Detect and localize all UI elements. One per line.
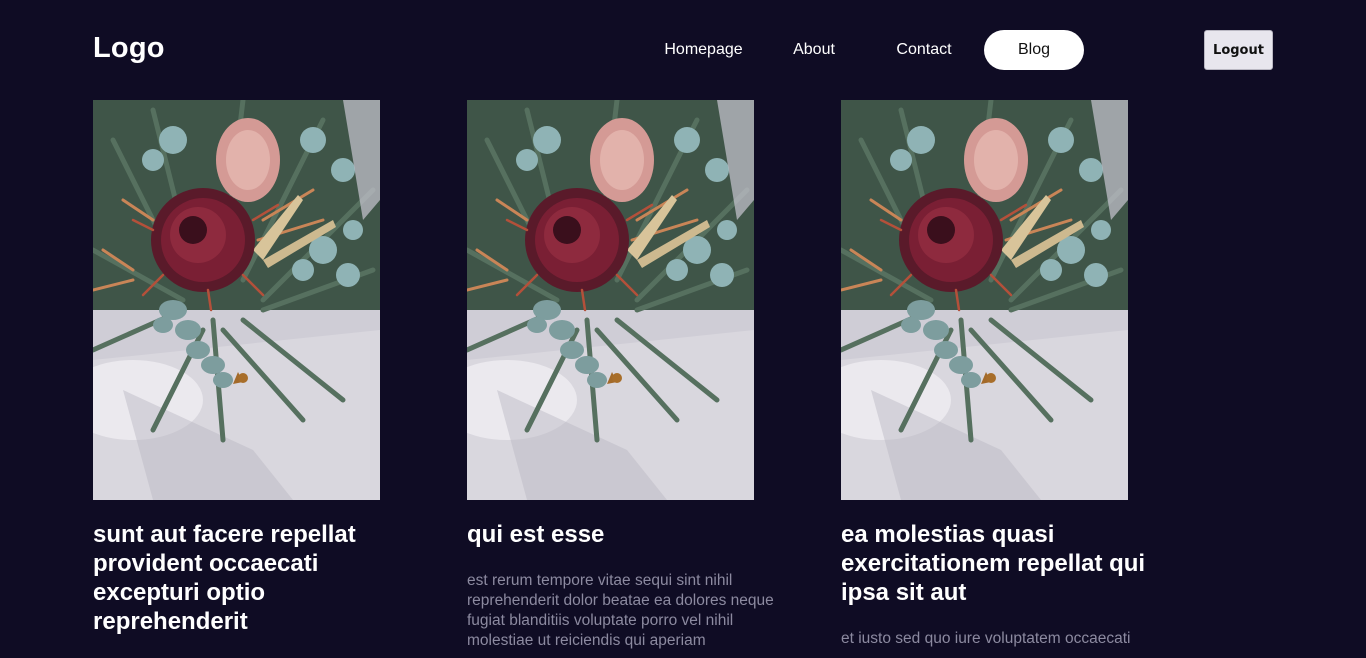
- site-header: Logo Homepage About Contact Blog Logout: [0, 0, 1366, 100]
- blog-post-card[interactable]: ea molestias quasi exercitationem repell…: [841, 100, 1171, 649]
- post-title[interactable]: ea molestias quasi exercitationem repell…: [841, 520, 1161, 607]
- nav-link-contact[interactable]: Contact: [890, 30, 958, 70]
- post-thumbnail-image[interactable]: [93, 100, 380, 500]
- post-excerpt: et iusto sed quo iure voluptatem occaeca…: [841, 630, 1131, 647]
- post-excerpt: est rerum tempore vitae sequi sint nihil…: [467, 572, 774, 649]
- nav-link-homepage[interactable]: Homepage: [661, 30, 746, 70]
- post-thumbnail-image[interactable]: [467, 100, 754, 500]
- post-thumbnail-image[interactable]: [841, 100, 1128, 500]
- post-title[interactable]: sunt aut facere repellat provident occae…: [93, 520, 413, 636]
- blog-post-card[interactable]: sunt aut facere repellat provident occae…: [93, 100, 423, 658]
- blog-post-card[interactable]: qui est esse est rerum tempore vitae seq…: [467, 100, 797, 651]
- site-logo[interactable]: Logo: [93, 32, 165, 65]
- post-title[interactable]: qui est esse: [467, 520, 787, 549]
- nav-link-blog-active[interactable]: Blog: [984, 30, 1084, 70]
- logout-button[interactable]: Logout: [1204, 30, 1273, 70]
- nav-link-about[interactable]: About: [786, 30, 842, 70]
